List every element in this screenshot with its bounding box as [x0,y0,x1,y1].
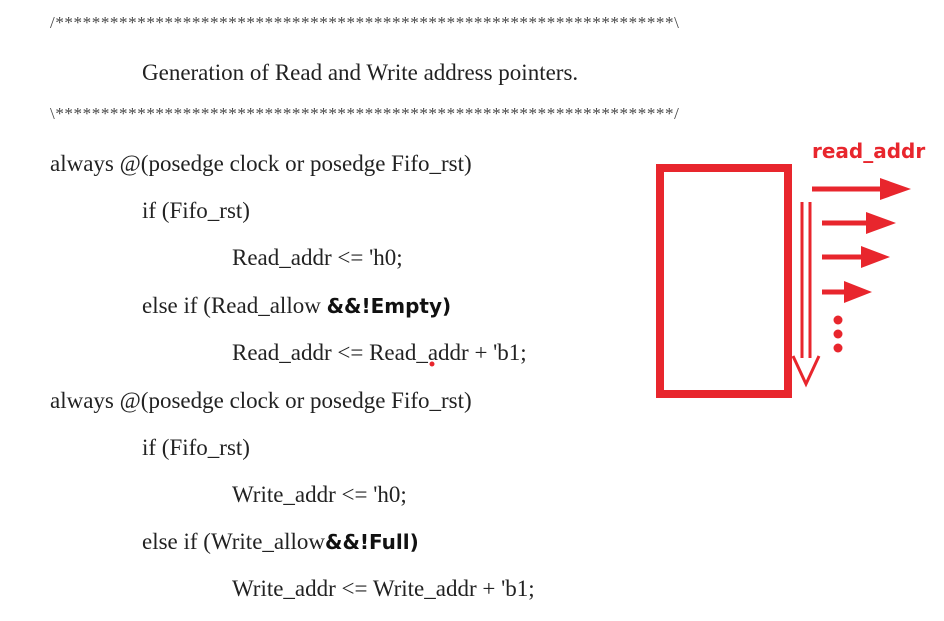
address-arrow [822,212,896,234]
address-arrow [822,281,872,303]
continuation-dots [833,315,843,353]
address-arrow [822,246,890,268]
cursor-dot [429,361,435,367]
read-addr-diagram [429,164,911,398]
address-arrow [812,178,911,200]
increment-down-arrow [791,202,821,388]
memory-box [656,164,792,398]
